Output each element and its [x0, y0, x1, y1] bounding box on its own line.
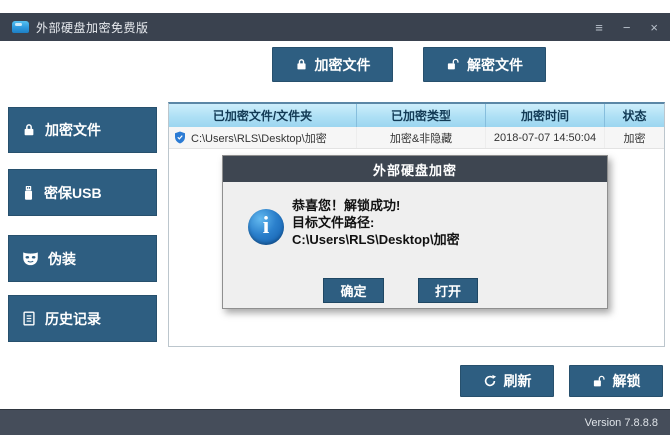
menu-icon[interactable]: ≡ — [595, 21, 603, 34]
sidebar-item-label: 历史记录 — [45, 310, 101, 327]
unlock-success-dialog: 外部硬盘加密 i 恭喜您！解锁成功! 目标文件路径: C:\Users\RLS\… — [222, 155, 608, 309]
window-titlebar: 外部硬盘加密免费版 ≡ − × — [0, 13, 670, 41]
table-header-time: 加密时间 — [486, 104, 605, 127]
version-label: Version 7.8.8.8 — [584, 416, 658, 429]
table-header-path: 已加密文件/文件夹 — [169, 104, 357, 127]
sidebar-item-usb-key[interactable]: 密保USB — [8, 169, 157, 216]
sidebar-item-history[interactable]: 历史记录 — [8, 295, 157, 342]
sidebar-item-label: 伪装 — [48, 250, 76, 267]
sidebar-item-label: 加密文件 — [45, 122, 101, 138]
table-header-status: 状态 — [622, 109, 647, 123]
dialog-message: 恭喜您！解锁成功! 目标文件路径: C:\Users\RLS\Desktop\加… — [292, 197, 460, 248]
table-row[interactable]: C:\Users\RLS\Desktop\加密 加密&非隐藏 2018-07-0… — [169, 127, 664, 149]
ok-button[interactable]: 确定 — [323, 278, 384, 303]
cell-path: C:\Users\RLS\Desktop\加密 — [169, 127, 357, 148]
decrypt-files-button[interactable]: 解密文件 — [423, 47, 546, 82]
open-button[interactable]: 打开 — [418, 278, 478, 303]
refresh-icon — [484, 374, 496, 387]
cell-type: 加密&非隐藏 — [357, 127, 486, 148]
refresh-label: 刷新 — [503, 373, 532, 389]
decrypt-files-label: 解密文件 — [467, 56, 523, 73]
shield-check-icon — [175, 131, 185, 144]
cell-time: 2018-07-07 14:50:04 — [486, 127, 605, 148]
encrypt-files-label: 加密文件 — [314, 56, 371, 73]
app-logo-icon — [12, 21, 29, 33]
lock-open-icon — [447, 58, 459, 70]
table-header-type: 已加密类型 — [357, 104, 486, 127]
table-header-row: 已加密文件/文件夹 已加密类型 加密时间 状态 — [169, 104, 664, 127]
unlock-button[interactable]: 解锁 — [569, 365, 663, 397]
dialog-message-line2: 目标文件路径: — [292, 215, 375, 230]
app-window: 外部硬盘加密免费版 ≡ − × 加密文件 解密文件 加密文件 密保USB 伪装 … — [0, 0, 670, 447]
info-icon: i — [248, 209, 284, 245]
statusbar: Version 7.8.8.8 — [0, 409, 670, 435]
mask-icon — [23, 252, 38, 266]
dialog-title: 外部硬盘加密 — [372, 162, 457, 178]
cell-status: 加密 — [623, 132, 646, 145]
minimize-icon[interactable]: − — [623, 21, 631, 34]
usb-icon — [24, 185, 33, 200]
sidebar-item-disguise[interactable]: 伪装 — [8, 235, 157, 282]
window-title: 外部硬盘加密免费版 — [36, 20, 149, 35]
lock-closed-icon — [24, 124, 34, 136]
dialog-message-line1: 恭喜您！解锁成功! — [292, 198, 401, 213]
sidebar-item-label: 密保USB — [44, 184, 102, 201]
dialog-message-line3: C:\Users\RLS\Desktop\加密 — [292, 232, 460, 247]
encrypt-files-button[interactable]: 加密文件 — [272, 47, 393, 82]
refresh-button[interactable]: 刷新 — [460, 365, 554, 397]
lock-closed-icon — [296, 59, 306, 70]
unlock-label: 解锁 — [612, 373, 641, 389]
dialog-titlebar[interactable]: 外部硬盘加密 — [223, 156, 607, 182]
sidebar-item-encrypt-files[interactable]: 加密文件 — [8, 107, 157, 153]
lock-open-icon — [593, 375, 605, 386]
close-icon[interactable]: × — [650, 21, 658, 34]
history-icon — [23, 311, 35, 326]
